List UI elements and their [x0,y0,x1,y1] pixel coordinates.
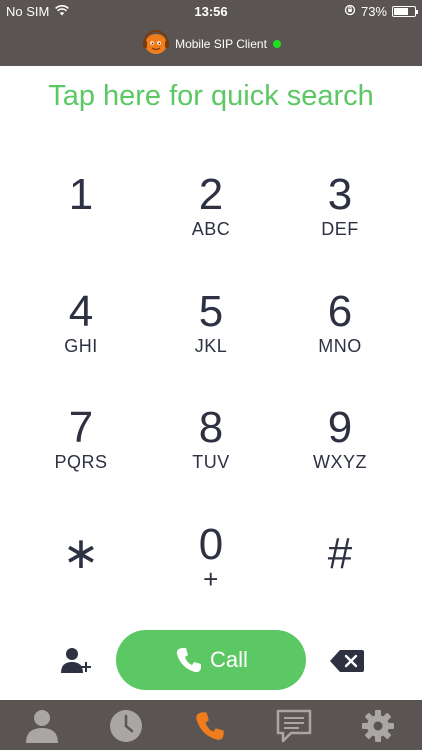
key-digit: # [327,529,353,578]
key-letters: ABC [191,219,231,239]
key-digit: 2 [198,170,224,219]
key-0[interactable]: 0 + [146,522,276,622]
key-hash[interactable]: # [275,531,405,631]
add-contact-icon [61,648,91,673]
tab-bar [0,700,422,750]
key-digit: 8 [198,403,224,452]
backspace-button[interactable] [329,648,365,674]
app-title: Mobile SIP Client [175,37,267,51]
key-letters: GHI [64,336,98,356]
battery-icon [392,6,418,17]
app-header: Mobile SIP Client [0,28,422,60]
key-digit: 6 [327,287,353,336]
quick-search-button[interactable]: Tap here for quick search [0,80,422,113]
key-letters: + [203,564,219,594]
key-1[interactable]: 1 [16,172,146,272]
key-2[interactable]: 2 ABC [146,172,276,272]
key-digit: 5 [198,287,224,336]
status-right: 73% [344,4,418,19]
key-4[interactable]: 4 GHI [16,289,146,389]
key-5[interactable]: 5 JKL [146,289,276,389]
key-digit: 1 [68,170,94,219]
phone-icon [196,712,224,740]
key-digit: 3 [327,170,353,219]
key-3[interactable]: 3 DEF [275,172,405,272]
phone-icon [176,648,202,673]
key-6[interactable]: 6 MNO [275,289,405,389]
key-digit: 4 [68,287,94,336]
key-digit: 9 [327,403,353,452]
key-letters: PQRS [54,452,108,472]
key-9[interactable]: 9 WXYZ [275,405,405,505]
key-letters: TUV [192,452,230,472]
tab-keypad[interactable] [168,706,252,746]
key-letters: DEF [321,219,359,239]
backspace-icon [330,650,364,672]
key-7[interactable]: 7 PQRS [16,405,146,505]
call-label: Call [210,647,248,672]
tab-settings[interactable] [336,706,420,746]
contacts-icon [26,710,58,743]
messages-icon [276,709,312,743]
online-status-indicator [272,40,281,48]
tab-messages[interactable] [252,706,336,746]
key-digit: ∗ [62,529,100,578]
call-button[interactable]: Call [116,630,306,690]
status-bar: No SIM 13:56 73% [0,0,422,24]
key-digit: 7 [68,403,94,452]
key-8[interactable]: 8 TUV [146,405,276,505]
recents-clock-icon [110,710,142,742]
key-star[interactable]: ∗ [16,531,146,631]
key-letters: MNO [318,336,362,356]
battery-percent: 73% [360,4,387,19]
key-letters: JKL [194,336,228,356]
tab-recents[interactable] [84,706,168,746]
settings-gear-icon [362,710,394,742]
add-contact-button[interactable] [58,645,96,677]
tab-contacts[interactable] [0,706,84,746]
app-logo-icon [141,29,171,59]
key-letters: WXYZ [313,452,367,472]
orientation-lock-icon [344,4,356,19]
key-digit: 0 [198,520,224,569]
